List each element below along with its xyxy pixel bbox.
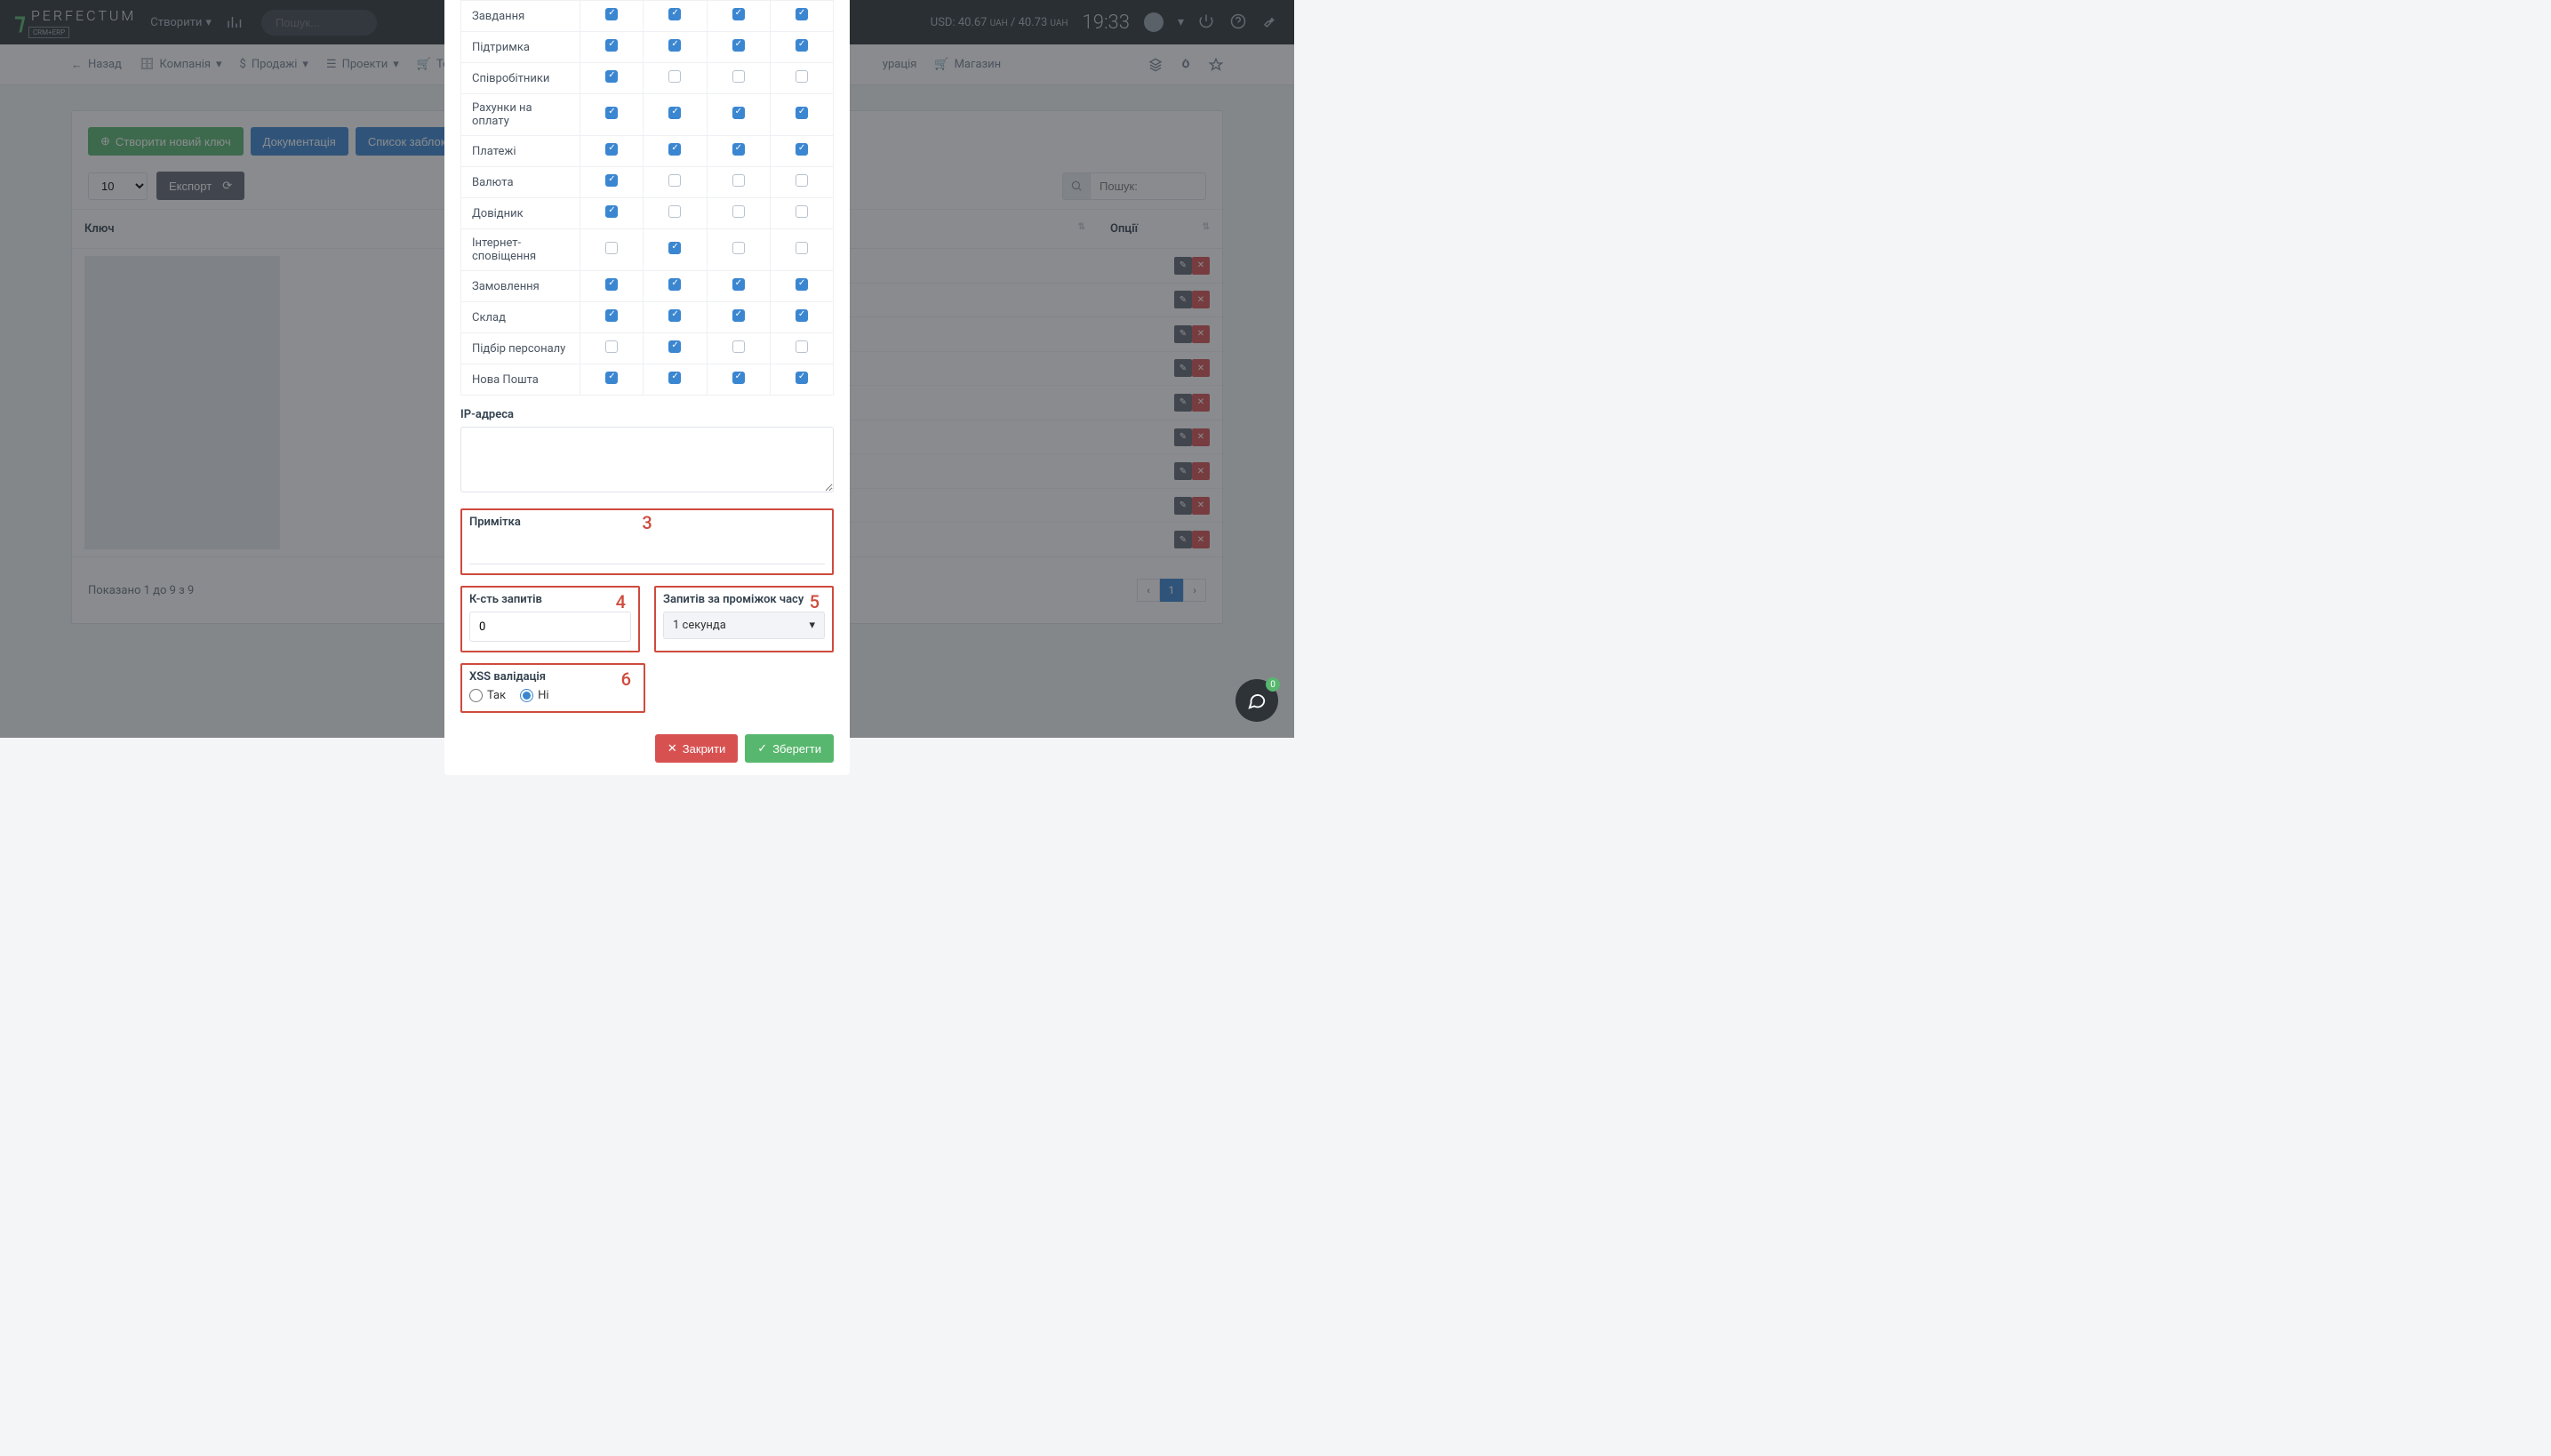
permission-checkbox[interactable] (605, 205, 618, 218)
permission-checkbox[interactable] (668, 70, 681, 83)
permission-checkbox[interactable] (796, 372, 808, 384)
permission-checkbox[interactable] (732, 309, 745, 322)
permission-label: Інтернет-сповіщення (461, 229, 580, 271)
permission-label: Нова Пошта (461, 364, 580, 396)
chat-fab[interactable]: 0 (1236, 679, 1278, 722)
permission-checkbox[interactable] (605, 39, 618, 52)
permission-label: Рахунки на оплату (461, 94, 580, 136)
permission-checkbox[interactable] (732, 8, 745, 20)
permission-checkbox[interactable] (796, 70, 808, 83)
xss-yes-option[interactable]: Так (469, 689, 506, 702)
permission-checkbox[interactable] (732, 278, 745, 291)
permission-checkbox[interactable] (796, 278, 808, 291)
permission-checkbox[interactable] (796, 107, 808, 119)
permission-label: Замовлення (461, 271, 580, 302)
permission-label: Завдання (461, 1, 580, 32)
permission-checkbox[interactable] (605, 143, 618, 156)
permission-checkbox[interactable] (732, 143, 745, 156)
req-interval-group: 5 Запитів за проміжок часу 1 секунда▾ (654, 586, 834, 652)
permission-checkbox[interactable] (796, 340, 808, 353)
req-interval-label: Запитів за проміжок часу (663, 593, 825, 606)
annotation-4: 4 (616, 591, 626, 612)
permission-row: Склад (461, 302, 834, 333)
permission-label: Підбір персоналу (461, 333, 580, 364)
chat-badge: 0 (1266, 677, 1280, 692)
permission-checkbox[interactable] (796, 242, 808, 254)
permission-row: Валюта (461, 167, 834, 198)
permission-row: Підтримка (461, 32, 834, 63)
permission-checkbox[interactable] (668, 174, 681, 187)
api-key-modal: ЗавданняПідтримкаСпівробітникиРахунки на… (444, 0, 850, 775)
permission-row: Співробітники (461, 63, 834, 94)
permission-checkbox[interactable] (668, 107, 681, 119)
permission-checkbox[interactable] (732, 174, 745, 187)
permission-label: Співробітники (461, 63, 580, 94)
permission-row: Платежі (461, 136, 834, 167)
permission-checkbox[interactable] (605, 340, 618, 353)
permission-checkbox[interactable] (605, 372, 618, 384)
chevron-down-icon: ▾ (809, 619, 815, 632)
permission-checkbox[interactable] (732, 205, 745, 218)
permission-row: Завдання (461, 1, 834, 32)
permission-checkbox[interactable] (796, 174, 808, 187)
ip-textarea[interactable] (460, 427, 834, 492)
permission-checkbox[interactable] (668, 309, 681, 322)
permission-checkbox[interactable] (605, 8, 618, 20)
req-count-label: К-сть запитів (469, 593, 631, 606)
xss-no-option[interactable]: Ні (520, 689, 548, 702)
permission-checkbox[interactable] (605, 174, 618, 187)
permission-checkbox[interactable] (732, 107, 745, 119)
permission-row: Довідник (461, 198, 834, 229)
annotation-3: 3 (642, 512, 652, 533)
req-count-group: 4 К-сть запитів (460, 586, 640, 652)
permission-checkbox[interactable] (796, 309, 808, 322)
req-interval-select[interactable]: 1 секунда▾ (663, 612, 825, 639)
req-count-input[interactable] (469, 612, 631, 642)
permission-label: Підтримка (461, 32, 580, 63)
permission-checkbox[interactable] (668, 340, 681, 353)
permission-row: Нова Пошта (461, 364, 834, 396)
permission-label: Склад (461, 302, 580, 333)
permission-checkbox[interactable] (732, 70, 745, 83)
permission-checkbox[interactable] (732, 372, 745, 384)
permission-checkbox[interactable] (668, 242, 681, 254)
permissions-table: ЗавданняПідтримкаСпівробітникиРахунки на… (460, 0, 834, 396)
annotation-5: 5 (810, 591, 820, 612)
xss-label: XSS валідація (469, 670, 636, 684)
permission-row: Інтернет-сповіщення (461, 229, 834, 271)
permission-checkbox[interactable] (605, 309, 618, 322)
check-icon: ✓ (757, 741, 767, 756)
permission-checkbox[interactable] (796, 205, 808, 218)
permission-checkbox[interactable] (668, 39, 681, 52)
permission-row: Замовлення (461, 271, 834, 302)
permission-label: Валюта (461, 167, 580, 198)
permission-checkbox[interactable] (605, 278, 618, 291)
close-icon: ✕ (668, 741, 677, 756)
permission-checkbox[interactable] (605, 107, 618, 119)
permission-row: Рахунки на оплату (461, 94, 834, 136)
permission-checkbox[interactable] (796, 39, 808, 52)
permission-checkbox[interactable] (796, 143, 808, 156)
note-input[interactable] (469, 534, 825, 564)
permission-checkbox[interactable] (605, 242, 618, 254)
permission-checkbox[interactable] (668, 372, 681, 384)
permission-label: Довідник (461, 198, 580, 229)
permission-checkbox[interactable] (668, 278, 681, 291)
permission-label: Платежі (461, 136, 580, 167)
annotation-6: 6 (621, 668, 631, 690)
note-group: 3 Примітка (460, 508, 834, 575)
permission-checkbox[interactable] (605, 70, 618, 83)
ip-label: ІР-адреса (460, 408, 834, 421)
permission-checkbox[interactable] (668, 143, 681, 156)
permission-checkbox[interactable] (732, 39, 745, 52)
permission-row: Підбір персоналу (461, 333, 834, 364)
permission-checkbox[interactable] (668, 205, 681, 218)
permission-checkbox[interactable] (732, 242, 745, 254)
permission-checkbox[interactable] (732, 340, 745, 353)
xss-group: 6 XSS валідація Так Ні (460, 663, 645, 713)
permission-checkbox[interactable] (668, 8, 681, 20)
save-button[interactable]: ✓Зберегти (745, 734, 834, 763)
permission-checkbox[interactable] (796, 8, 808, 20)
close-button[interactable]: ✕Закрити (655, 734, 738, 763)
